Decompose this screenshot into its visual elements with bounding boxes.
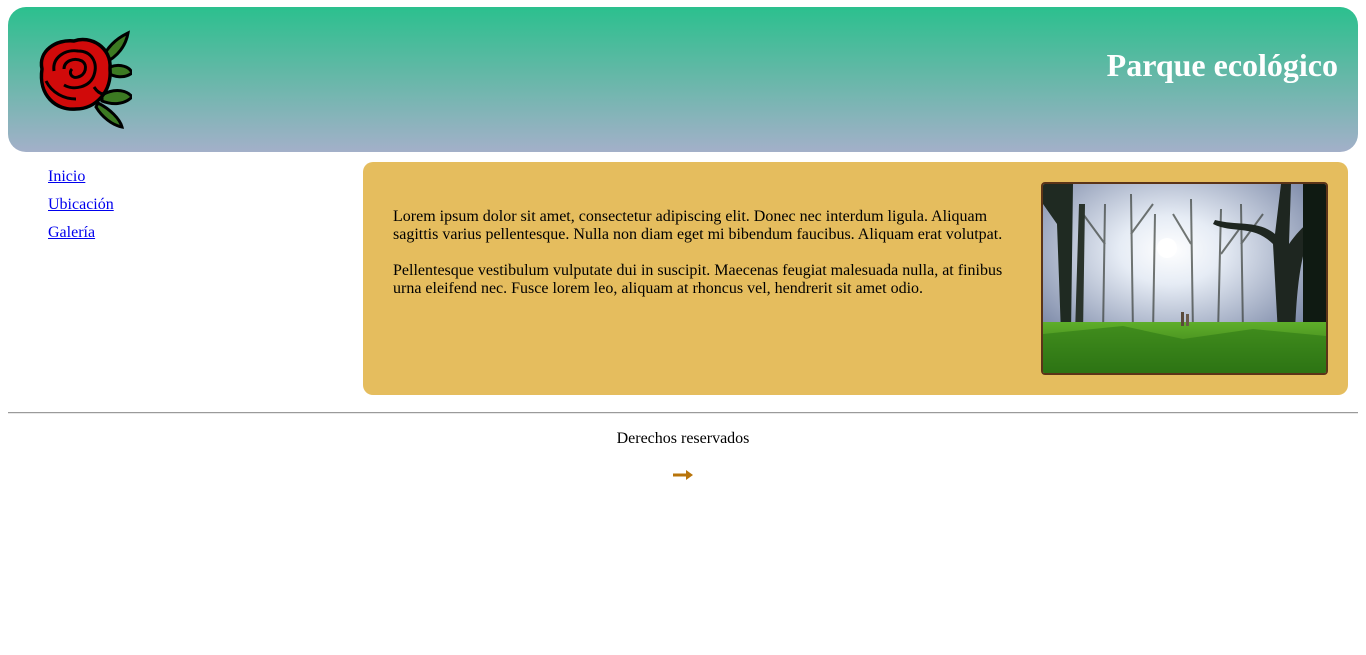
main-content: Lorem ipsum dolor sit amet, consectetur … <box>363 162 1348 395</box>
content-text: Lorem ipsum dolor sit amet, consectetur … <box>393 208 1013 316</box>
forest-photo-graphic <box>1043 184 1326 373</box>
site-header: Parque ecológico <box>8 7 1358 152</box>
site-title: Parque ecológico <box>1106 47 1338 83</box>
forest-photo <box>1041 182 1328 375</box>
footer-copyright: Derechos reservados <box>616 430 750 447</box>
rose-icon <box>39 30 132 129</box>
paragraph-2: Pellentesque vestibulum vulputate dui in… <box>393 262 1003 297</box>
nav-link-galeria[interactable]: Galería <box>48 224 95 241</box>
nav-link-inicio[interactable]: Inicio <box>48 168 85 185</box>
arrow-right-icon[interactable] <box>672 468 694 482</box>
nav-link-ubicacion[interactable]: Ubicación <box>48 196 114 213</box>
nav-item-ubicacion: Ubicación <box>48 194 114 222</box>
nav-item-inicio: Inicio <box>48 166 114 194</box>
nav-item-galeria: Galería <box>48 222 114 250</box>
footer-divider <box>8 412 1358 414</box>
paragraph-1: Lorem ipsum dolor sit amet, consectetur … <box>393 208 1003 243</box>
side-nav: Inicio Ubicación Galería <box>48 166 114 250</box>
